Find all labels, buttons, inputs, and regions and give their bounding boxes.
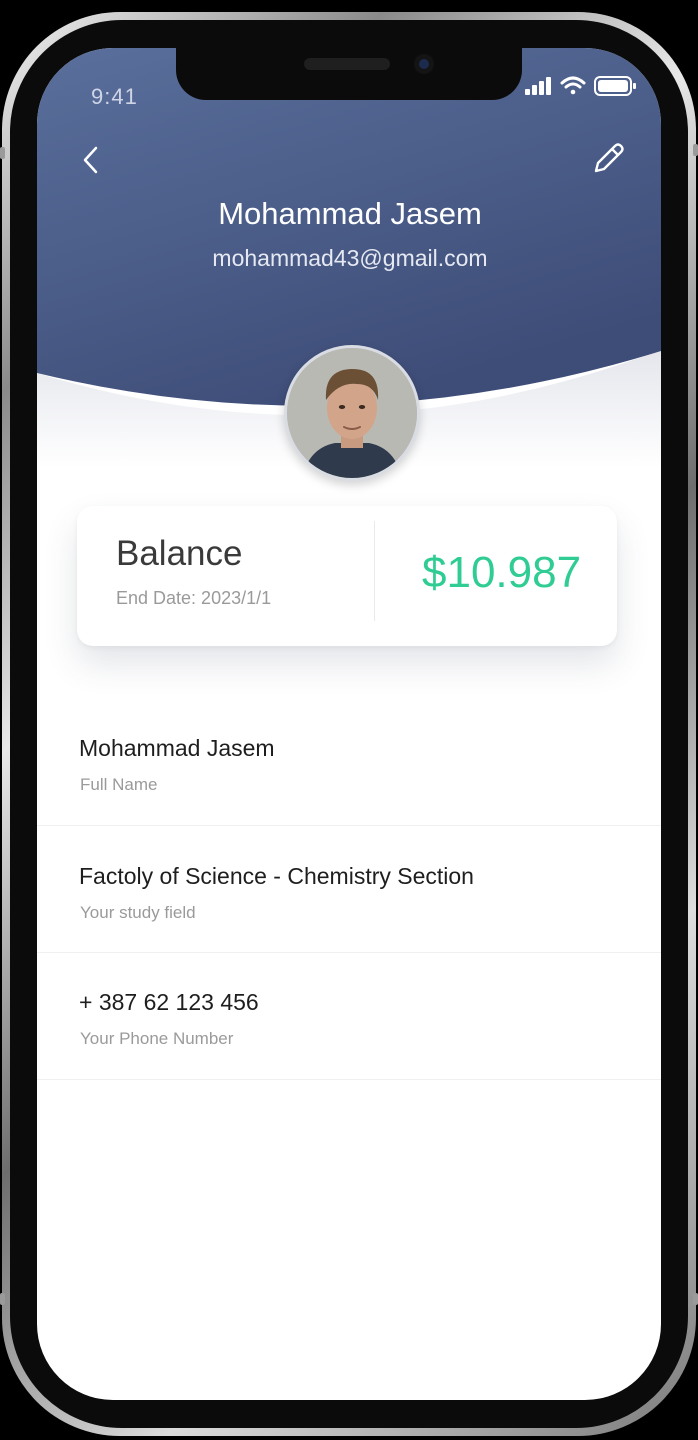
profile-email: mohammad43@gmail.com [212,245,488,271]
side-button [693,1293,698,1305]
full-name-label: Full Name [80,775,158,794]
info-row-full-name[interactable]: Mohammad Jasem Full Name [37,699,661,826]
balance-end-date: End Date: 2023/1/1 [116,588,272,608]
wifi-icon [560,76,586,95]
notch [176,48,522,100]
phone-label: Your Phone Number [80,1029,234,1048]
status-icons [525,76,636,96]
balance-card[interactable]: Balance End Date: 2023/1/1 $10.987 [77,506,617,646]
avatar[interactable] [284,345,420,481]
speaker-grille [304,58,390,70]
info-row-phone[interactable]: + 387 62 123 456 Your Phone Number [37,953,661,1080]
edit-profile-button[interactable] [589,138,629,178]
balance-amount: $10.987 [422,548,582,597]
study-field-value: Factoly of Science - Chemistry Section [79,863,474,889]
back-button[interactable] [73,142,109,178]
study-field-label: Your study field [80,903,196,922]
battery-icon [594,76,636,96]
status-time: 9:41 [91,84,138,109]
side-button [693,144,698,156]
pencil-icon [594,143,624,173]
balance-title: Balance [116,534,243,573]
avatar-photo [287,348,417,478]
side-button [0,147,5,159]
front-camera [414,54,434,74]
info-row-study-field[interactable]: Factoly of Science - Chemistry Section Y… [37,826,661,953]
chevron-left-icon [83,146,98,174]
full-name-value: Mohammad Jasem [79,735,275,761]
cellular-signal-icon [525,77,551,95]
profile-name: Mohammad Jasem [218,196,482,231]
phone-value: + 387 62 123 456 [79,989,259,1015]
side-button [0,1293,5,1305]
app-screen: 9:41 Mohammad Jasem mohammad43@gmail.com… [37,48,661,1400]
balance-divider [374,521,375,621]
